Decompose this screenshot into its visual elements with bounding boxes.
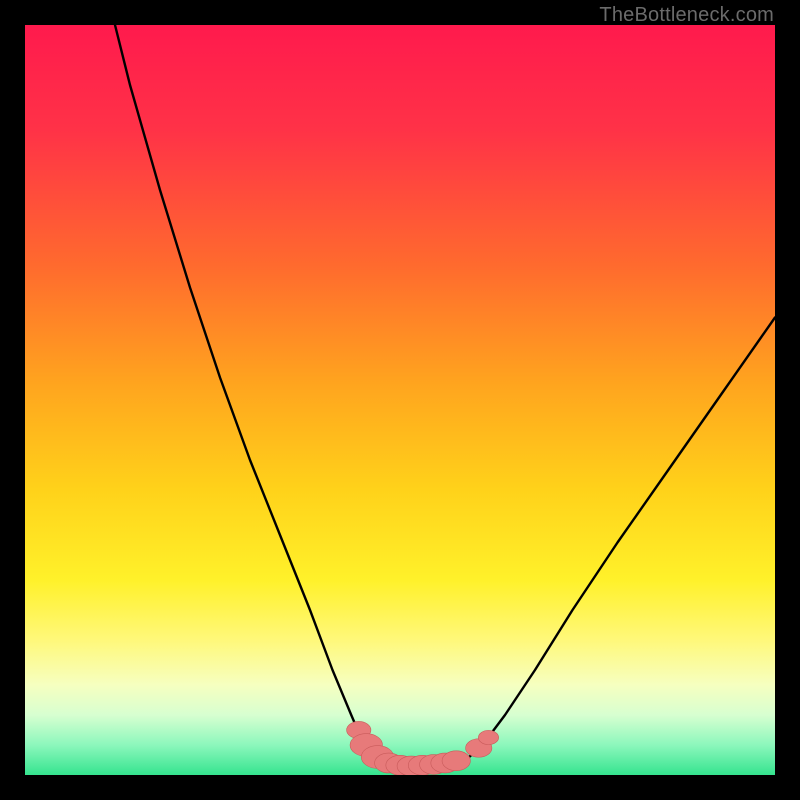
watermark-text: TheBottleneck.com xyxy=(599,4,774,27)
plot-area xyxy=(25,25,775,775)
chart-frame: TheBottleneck.com xyxy=(0,0,800,800)
background-gradient xyxy=(25,25,775,775)
